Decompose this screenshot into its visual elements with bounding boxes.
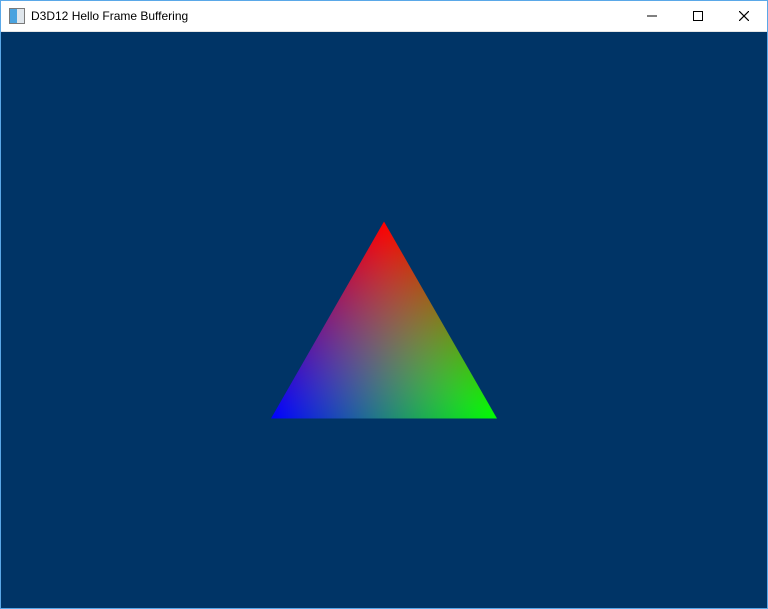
close-icon [739, 11, 749, 21]
window-controls [629, 1, 767, 31]
rgb-triangle [271, 222, 497, 419]
maximize-icon [693, 11, 703, 21]
titlebar[interactable]: D3D12 Hello Frame Buffering [1, 1, 767, 32]
render-viewport [1, 32, 767, 608]
window-title: D3D12 Hello Frame Buffering [31, 9, 188, 23]
app-window: D3D12 Hello Frame Buffering [0, 0, 768, 609]
app-icon [9, 8, 25, 24]
close-button[interactable] [721, 1, 767, 31]
minimize-icon [647, 11, 657, 21]
maximize-button[interactable] [675, 1, 721, 31]
minimize-button[interactable] [629, 1, 675, 31]
